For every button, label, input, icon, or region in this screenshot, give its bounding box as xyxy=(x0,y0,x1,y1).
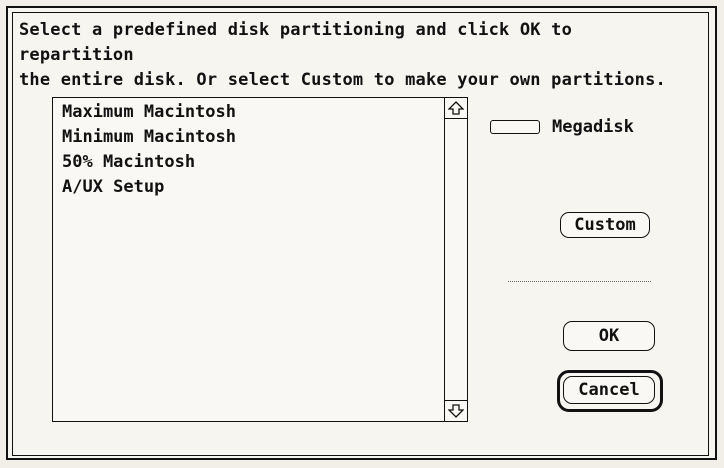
list-item-maximum-macintosh[interactable]: Maximum Macintosh xyxy=(62,100,236,125)
scroll-down-arrow-icon[interactable] xyxy=(445,400,467,421)
list-item-aux-setup[interactable]: A/UX Setup xyxy=(62,175,236,200)
list-item-minimum-macintosh[interactable]: Minimum Macintosh xyxy=(62,125,236,150)
partition-list-box[interactable]: Maximum Macintosh Minimum Macintosh 50% … xyxy=(52,97,468,422)
list-item-50-macintosh[interactable]: 50% Macintosh xyxy=(62,150,236,175)
drive-selector[interactable]: Megadisk xyxy=(490,117,634,137)
scroll-track[interactable] xyxy=(445,119,467,400)
scroll-up-arrow-icon[interactable] xyxy=(445,98,467,119)
cancel-button[interactable]: Cancel xyxy=(563,376,655,404)
custom-button[interactable]: Custom xyxy=(560,212,650,238)
drive-icon xyxy=(490,120,540,134)
ok-button[interactable]: OK xyxy=(563,321,655,351)
divider-line xyxy=(508,281,651,282)
drive-label: Megadisk xyxy=(552,117,634,137)
partition-list: Maximum Macintosh Minimum Macintosh 50% … xyxy=(62,100,236,200)
dialog-instructions: Select a predefined disk partitioning an… xyxy=(19,20,666,90)
list-scrollbar[interactable] xyxy=(444,98,467,421)
